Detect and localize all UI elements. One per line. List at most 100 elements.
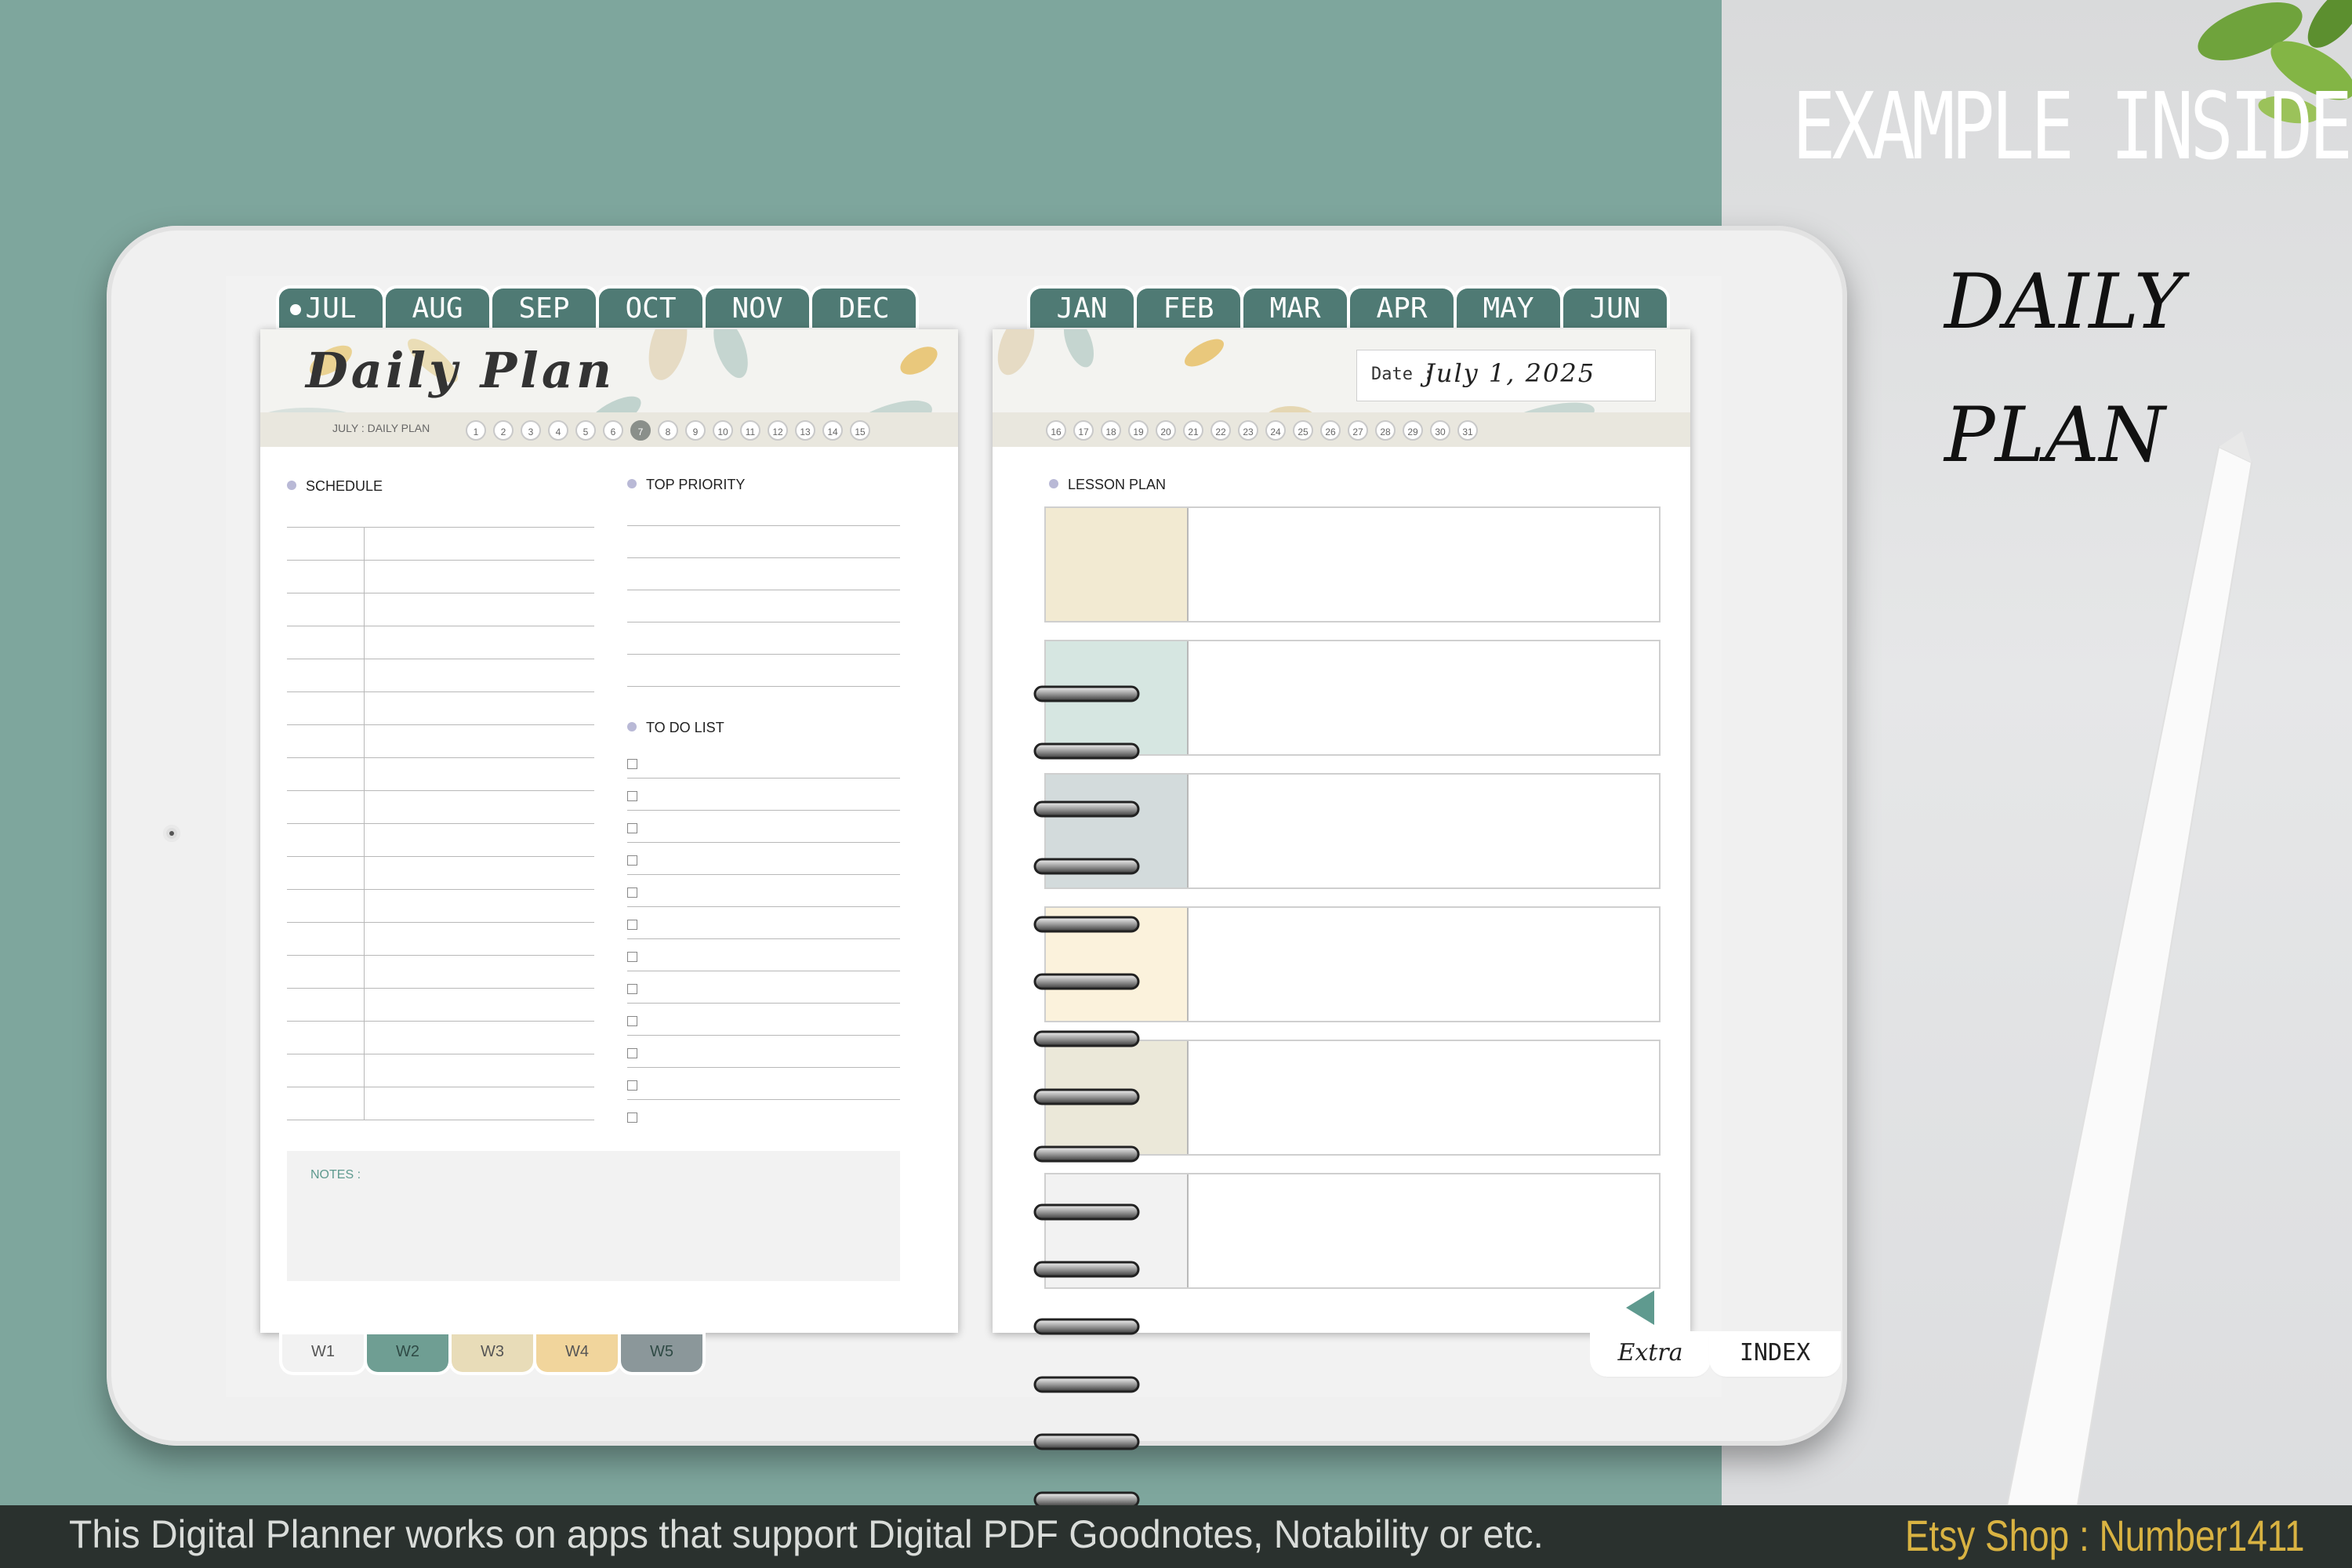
priority-line: [627, 686, 900, 687]
day-27[interactable]: 27: [1348, 420, 1368, 441]
hand-title-line-1: DAILY: [1944, 258, 2184, 346]
day-16[interactable]: 16: [1046, 420, 1066, 441]
tab-may[interactable]: MAY: [1457, 289, 1560, 328]
schedule-time-divider: [364, 527, 365, 1120]
todo-checkbox[interactable]: [627, 920, 637, 930]
tab-w5[interactable]: W5: [621, 1334, 702, 1372]
planner-screen: JUL AUG SEP OCT NOV DEC JAN FEB MAR APR …: [226, 276, 1838, 1508]
todo-checkbox[interactable]: [627, 759, 637, 769]
binding-ring: [1033, 742, 1140, 760]
tab-label: JUN: [1589, 292, 1641, 325]
day-8[interactable]: 8: [658, 420, 678, 441]
day-17[interactable]: 17: [1073, 420, 1094, 441]
day-24[interactable]: 24: [1265, 420, 1286, 441]
day-20[interactable]: 20: [1156, 420, 1176, 441]
tab-mar[interactable]: MAR: [1243, 289, 1347, 328]
day-21[interactable]: 21: [1183, 420, 1203, 441]
todo-list: [627, 737, 900, 1129]
day-6[interactable]: 6: [603, 420, 623, 441]
todo-checkbox[interactable]: [627, 791, 637, 801]
tab-index[interactable]: INDEX: [1712, 1334, 1838, 1374]
todo-checkbox[interactable]: [627, 984, 637, 994]
active-tab-dot: [290, 304, 301, 315]
tab-apr[interactable]: APR: [1350, 289, 1454, 328]
bullet-icon: [1049, 479, 1058, 488]
day-28[interactable]: 28: [1375, 420, 1396, 441]
day-26[interactable]: 26: [1320, 420, 1341, 441]
day-18[interactable]: 18: [1101, 420, 1121, 441]
tab-w2[interactable]: W2: [367, 1334, 448, 1372]
lesson-color-swatch: [1046, 508, 1189, 621]
binding-ring: [1033, 1030, 1140, 1047]
todo-checkbox[interactable]: [627, 887, 637, 898]
binding-ring: [1033, 1088, 1140, 1105]
day-10[interactable]: 10: [713, 420, 733, 441]
tab-w4[interactable]: W4: [536, 1334, 618, 1372]
bullet-icon: [627, 722, 637, 731]
tab-label: W4: [565, 1343, 589, 1360]
tab-feb[interactable]: FEB: [1137, 289, 1240, 328]
tab-w1[interactable]: W1: [282, 1334, 364, 1372]
bullet-icon: [287, 481, 296, 490]
todo-checkbox[interactable]: [627, 823, 637, 833]
day-3[interactable]: 3: [521, 420, 541, 441]
day-22[interactable]: 22: [1210, 420, 1231, 441]
top-priority-lines[interactable]: [627, 525, 900, 698]
schedule-grid[interactable]: [287, 527, 594, 1123]
day-15[interactable]: 15: [850, 420, 870, 441]
tab-label: NOV: [731, 292, 783, 325]
tab-oct[interactable]: OCT: [599, 289, 702, 328]
binding-ring: [1033, 1376, 1140, 1393]
tab-aug[interactable]: AUG: [386, 289, 489, 328]
tab-jun[interactable]: JUN: [1563, 289, 1667, 328]
bullet-icon: [627, 479, 637, 488]
day-1[interactable]: 1: [466, 420, 486, 441]
day-29[interactable]: 29: [1403, 420, 1423, 441]
day-23[interactable]: 23: [1238, 420, 1258, 441]
tab-jul[interactable]: JUL: [279, 289, 383, 328]
schedule-line: [287, 527, 594, 528]
todo-checkbox[interactable]: [627, 1048, 637, 1058]
date-field[interactable]: Date : July 1, 2025: [1356, 350, 1656, 401]
day-12[interactable]: 12: [768, 420, 788, 441]
day-30[interactable]: 30: [1430, 420, 1450, 441]
top-priority-heading: TOP PRIORITY: [627, 477, 745, 493]
binding-ring: [1033, 800, 1140, 818]
date-value: July 1, 2025: [1425, 358, 1596, 388]
day-25[interactable]: 25: [1293, 420, 1313, 441]
schedule-label: SCHEDULE: [306, 478, 383, 494]
notes-label: NOTES :: [310, 1168, 361, 1181]
tab-nov[interactable]: NOV: [706, 289, 809, 328]
binding-ring: [1033, 858, 1140, 875]
todo-checkbox[interactable]: [627, 1080, 637, 1091]
footer-description: This Digital Planner works on apps that …: [69, 1512, 1544, 1556]
back-arrow-icon[interactable]: [1626, 1290, 1654, 1325]
todo-heading: TO DO LIST: [627, 720, 724, 736]
tab-dec[interactable]: DEC: [812, 289, 916, 328]
day-14[interactable]: 14: [822, 420, 843, 441]
todo-checkbox[interactable]: [627, 952, 637, 962]
tab-extra[interactable]: Extra: [1593, 1334, 1708, 1374]
tab-label: MAY: [1483, 292, 1534, 325]
day-31[interactable]: 31: [1457, 420, 1478, 441]
day-4[interactable]: 4: [548, 420, 568, 441]
todo-checkbox[interactable]: [627, 855, 637, 866]
tab-sep[interactable]: SEP: [492, 289, 596, 328]
tab-w3[interactable]: W3: [452, 1334, 533, 1372]
day-9[interactable]: 9: [685, 420, 706, 441]
page-title: Daily Plan: [306, 342, 615, 399]
day-11[interactable]: 11: [740, 420, 760, 441]
tab-jan[interactable]: JAN: [1030, 289, 1134, 328]
day-5[interactable]: 5: [575, 420, 596, 441]
day-19[interactable]: 19: [1128, 420, 1149, 441]
day-7[interactable]: 7: [630, 420, 651, 441]
notes-box[interactable]: NOTES :: [287, 1151, 900, 1281]
right-page-lesson-plan: Date : July 1, 2025 16 17 18 19 20 21 22 23 24 25…: [993, 329, 1690, 1333]
todo-checkbox[interactable]: [627, 1112, 637, 1123]
day-13[interactable]: 13: [795, 420, 815, 441]
todo-line: [627, 1003, 900, 1004]
todo-checkbox[interactable]: [627, 1016, 637, 1026]
lesson-row[interactable]: [1044, 506, 1661, 622]
tab-label: OCT: [625, 292, 677, 325]
day-2[interactable]: 2: [493, 420, 514, 441]
